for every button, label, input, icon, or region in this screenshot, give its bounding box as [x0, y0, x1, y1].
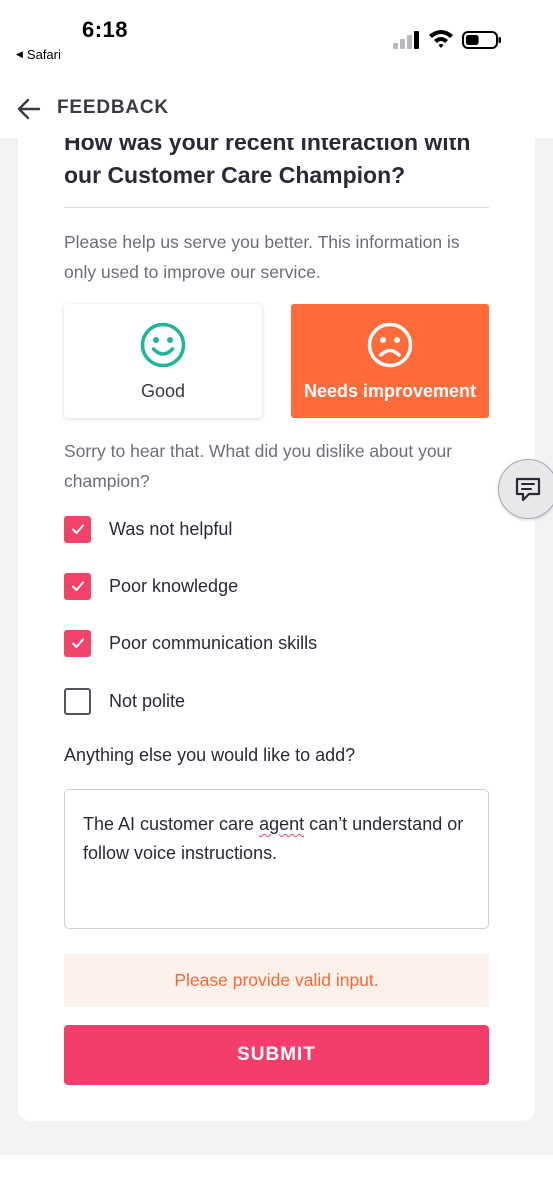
rating-needs-improvement-button[interactable]: Needs improvement: [291, 304, 489, 418]
comment-text-part: The AI customer care: [83, 814, 260, 834]
wifi-icon: [429, 30, 453, 48]
submit-button[interactable]: SUBMIT: [64, 1025, 489, 1085]
feedback-question: How was your recent interaction with our…: [64, 138, 471, 188]
divider: [64, 207, 489, 208]
option-label: Poor communication skills: [109, 632, 318, 653]
checkmark-icon: [71, 524, 84, 534]
chat-feedback-icon: [515, 477, 541, 502]
spellcheck-flagged-word: agent: [259, 814, 305, 834]
chat-feedback-button[interactable]: [498, 459, 553, 519]
page-title: FEEDBACK: [57, 97, 169, 118]
comments-textarea[interactable]: The AI customer care agent can’t underst…: [64, 789, 489, 929]
feedback-card: How was your recent interaction with our…: [18, 138, 535, 1121]
help-text: Please help us serve you better. This in…: [64, 232, 460, 282]
back-app-label: Safari: [26, 47, 61, 62]
checkbox-unchecked[interactable]: [64, 687, 91, 715]
status-bar: 6:18 ◀ Safari: [0, 0, 553, 88]
additional-comments-label: Anything else you would like to add?: [64, 745, 356, 765]
checkbox-checked[interactable]: [64, 572, 91, 600]
sad-face-icon: [367, 322, 413, 368]
option-was-not-helpful[interactable]: Was not helpful: [64, 514, 232, 544]
option-label: Poor knowledge: [109, 575, 239, 596]
battery-icon: [462, 31, 501, 49]
option-label: Not polite: [109, 690, 186, 711]
error-message: Please provide valid input.: [64, 954, 489, 1007]
dislike-prompt: Sorry to hear that. What did you dislike…: [64, 441, 453, 491]
arrow-left-icon[interactable]: [16, 96, 42, 122]
status-time: 6:18: [82, 17, 129, 42]
rating-good-button[interactable]: Good: [64, 304, 262, 418]
checkbox-checked[interactable]: [64, 515, 91, 543]
checkmark-icon: [71, 638, 84, 648]
page-header: FEEDBACK: [0, 88, 553, 138]
option-not-polite[interactable]: Not polite: [64, 686, 185, 716]
back-triangle-icon: ◀: [16, 49, 23, 59]
checkmark-icon: [71, 581, 84, 591]
option-label: Was not helpful: [109, 518, 233, 539]
option-poor-communication-skills[interactable]: Poor communication skills: [64, 628, 317, 658]
rating-needs-improvement-label: Needs improvement: [303, 381, 477, 401]
checkbox-checked[interactable]: [64, 629, 91, 657]
cellular-signal-icon: [393, 31, 419, 49]
option-poor-knowledge[interactable]: Poor knowledge: [64, 571, 238, 601]
smiley-icon: [140, 322, 186, 368]
back-to-safari-link[interactable]: ◀ Safari: [16, 47, 61, 62]
rating-good-label: Good: [140, 381, 186, 401]
